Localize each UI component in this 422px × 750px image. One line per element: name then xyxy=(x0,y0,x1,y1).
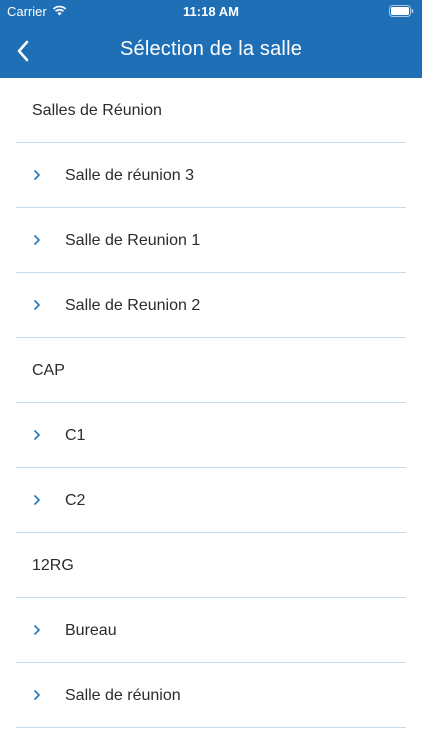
group-label: 12RG xyxy=(32,556,74,574)
group-label: CAP xyxy=(32,361,65,379)
list-item[interactable]: Salle de Reunion 1 xyxy=(0,208,422,273)
list-item-label: C1 xyxy=(65,426,86,444)
group-header: Salles de Réunion xyxy=(0,78,422,143)
list-item-label: C2 xyxy=(65,491,86,509)
list-item[interactable]: C1 xyxy=(0,403,422,468)
list-item[interactable]: Bureau xyxy=(0,598,422,663)
battery-icon xyxy=(389,5,414,17)
chevron-right-icon xyxy=(34,300,40,310)
header: Carrier 11:18 AM Sélection de la salle xyxy=(0,0,422,78)
list-item-label: Salle de Reunion 2 xyxy=(65,296,201,314)
clock: 11:18 AM xyxy=(183,4,239,19)
group-label: Salles de Réunion xyxy=(32,101,162,119)
list-item[interactable]: C2 xyxy=(0,468,422,533)
room-list: Salles de Réunion Salle de réunion 3 Sal… xyxy=(0,78,422,728)
list-item-label: Salle de réunion xyxy=(65,686,181,704)
list-item[interactable]: Salle de réunion xyxy=(0,663,422,728)
page-title: Sélection de la salle xyxy=(119,38,303,60)
chevron-right-icon xyxy=(34,170,40,180)
group-header: CAP xyxy=(0,338,422,403)
list-item-label: Bureau xyxy=(65,621,117,639)
chevron-right-icon xyxy=(34,430,40,440)
list-item-label: Salle de réunion 3 xyxy=(65,166,194,184)
group-header: 12RG xyxy=(0,533,422,598)
navigation-bar: Sélection de la salle xyxy=(0,24,422,78)
status-bar: Carrier 11:18 AM xyxy=(0,0,422,24)
chevron-right-icon xyxy=(34,495,40,505)
chevron-right-icon xyxy=(34,625,40,635)
list-item[interactable]: Salle de réunion 3 xyxy=(0,143,422,208)
chevron-right-icon xyxy=(34,690,40,700)
chevron-right-icon xyxy=(34,235,40,245)
list-item[interactable]: Salle de Reunion 2 xyxy=(0,273,422,338)
list-item-label: Salle de Reunion 1 xyxy=(65,231,201,249)
